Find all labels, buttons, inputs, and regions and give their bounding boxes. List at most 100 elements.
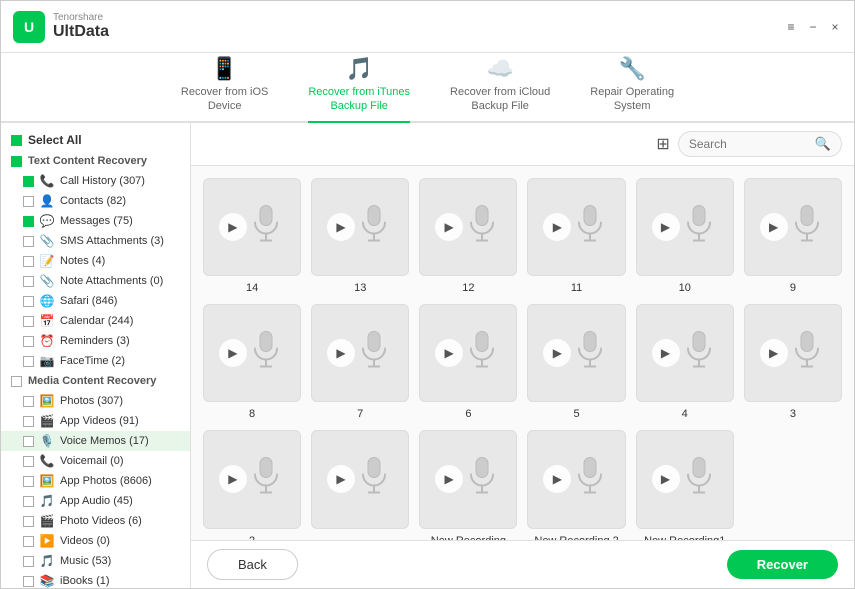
- recording-thumb[interactable]: ▶: [419, 430, 517, 528]
- search-input[interactable]: [689, 137, 809, 151]
- recording-thumb[interactable]: ▶: [203, 430, 301, 528]
- view-options-icon[interactable]: ⊞: [656, 134, 669, 154]
- sidebar-item-photo-videos[interactable]: 🎬 Photo Videos (6): [1, 511, 190, 531]
- app-photos-checkbox[interactable]: [23, 476, 34, 487]
- grid-item-3[interactable]: ▶ 12: [419, 178, 517, 294]
- grid-item-7[interactable]: ▶ 8: [203, 304, 301, 420]
- messages-checkbox[interactable]: [23, 216, 34, 227]
- app-videos-checkbox[interactable]: [23, 416, 34, 427]
- play-button[interactable]: ▶: [652, 465, 680, 493]
- select-all-checkbox[interactable]: [11, 135, 22, 146]
- ibooks-checkbox[interactable]: [23, 576, 34, 587]
- sidebar-item-app-photos[interactable]: 🖼️ App Photos (8606): [1, 471, 190, 491]
- play-button[interactable]: ▶: [435, 465, 463, 493]
- grid-item-5[interactable]: ▶ 10: [636, 178, 734, 294]
- recording-thumb[interactable]: ▶: [527, 430, 625, 528]
- safari-checkbox[interactable]: [23, 296, 34, 307]
- contacts-checkbox[interactable]: [23, 196, 34, 207]
- recording-thumb[interactable]: ▶: [636, 304, 734, 402]
- sidebar-item-facetime[interactable]: 📷 FaceTime (2): [1, 351, 190, 371]
- notes-checkbox[interactable]: [23, 256, 34, 267]
- grid-item-9[interactable]: ▶ 6: [419, 304, 517, 420]
- close-button[interactable]: ×: [828, 20, 842, 34]
- recording-thumb[interactable]: ▶: [527, 304, 625, 402]
- recording-thumb[interactable]: ▶: [636, 430, 734, 528]
- sidebar-item-voicemail[interactable]: 📞 Voicemail (0): [1, 451, 190, 471]
- nav-icloud[interactable]: ☁️ Recover from iCloudBackup File: [450, 56, 550, 123]
- photo-videos-checkbox[interactable]: [23, 516, 34, 527]
- sidebar-item-photos[interactable]: 🖼️ Photos (307): [1, 391, 190, 411]
- recording-thumb[interactable]: ▶: [311, 304, 409, 402]
- recording-thumb[interactable]: ▶: [744, 178, 842, 276]
- grid-item-12[interactable]: ▶ 3: [744, 304, 842, 420]
- sidebar-item-app-videos[interactable]: 🎬 App Videos (91): [1, 411, 190, 431]
- sidebar-item-music[interactable]: 🎵 Music (53): [1, 551, 190, 571]
- menu-button[interactable]: ≡: [784, 20, 798, 34]
- facetime-checkbox[interactable]: [23, 356, 34, 367]
- play-button[interactable]: ▶: [327, 213, 355, 241]
- back-button[interactable]: Back: [207, 549, 298, 580]
- play-button[interactable]: ▶: [435, 339, 463, 367]
- play-button[interactable]: ▶: [219, 213, 247, 241]
- section-media-content[interactable]: Media Content Recovery: [1, 371, 190, 391]
- play-button[interactable]: ▶: [760, 339, 788, 367]
- sidebar-item-note-attachments[interactable]: 📎 Note Attachments (0): [1, 271, 190, 291]
- sidebar-item-videos[interactable]: ▶️ Videos (0): [1, 531, 190, 551]
- recording-thumb[interactable]: ▶: [744, 304, 842, 402]
- play-button[interactable]: ▶: [219, 465, 247, 493]
- sms-attachments-checkbox[interactable]: [23, 236, 34, 247]
- recording-thumb[interactable]: ▶: [311, 178, 409, 276]
- nav-repair[interactable]: 🔧 Repair OperatingSystem: [590, 56, 674, 123]
- grid-item-4[interactable]: ▶ 11: [527, 178, 625, 294]
- call-history-checkbox[interactable]: [23, 176, 34, 187]
- sidebar-item-call-history[interactable]: 📞 Call History (307): [1, 171, 190, 191]
- recording-thumb[interactable]: ▶: [419, 304, 517, 402]
- grid-item-17[interactable]: ▶ New Recording1: [636, 430, 734, 540]
- sidebar-item-ibooks[interactable]: 📚 iBooks (1): [1, 571, 190, 588]
- grid-item-15[interactable]: ▶ New Recording: [419, 430, 517, 540]
- sidebar-item-app-audio[interactable]: 🎵 App Audio (45): [1, 491, 190, 511]
- recording-thumb[interactable]: ▶: [636, 178, 734, 276]
- photos-checkbox[interactable]: [23, 396, 34, 407]
- voice-memos-checkbox[interactable]: [23, 436, 34, 447]
- sidebar-item-contacts[interactable]: 👤 Contacts (82): [1, 191, 190, 211]
- grid-item-11[interactable]: ▶ 4: [636, 304, 734, 420]
- sidebar-item-safari[interactable]: 🌐 Safari (846): [1, 291, 190, 311]
- app-audio-checkbox[interactable]: [23, 496, 34, 507]
- text-section-checkbox[interactable]: [11, 156, 22, 167]
- calendar-checkbox[interactable]: [23, 316, 34, 327]
- grid-item-13[interactable]: ▶ 2: [203, 430, 301, 540]
- grid-item-8[interactable]: ▶ 7: [311, 304, 409, 420]
- sidebar-item-calendar[interactable]: 📅 Calendar (244): [1, 311, 190, 331]
- recording-thumb[interactable]: ▶: [203, 304, 301, 402]
- play-button[interactable]: ▶: [327, 339, 355, 367]
- minimize-button[interactable]: −: [806, 20, 820, 34]
- media-section-checkbox[interactable]: [11, 376, 22, 387]
- grid-item-6[interactable]: ▶ 9: [744, 178, 842, 294]
- nav-ios[interactable]: 📱 Recover from iOSDevice: [181, 56, 268, 123]
- play-button[interactable]: ▶: [543, 465, 571, 493]
- grid-item-2[interactable]: ▶ 13: [311, 178, 409, 294]
- recording-thumb[interactable]: ▶: [419, 178, 517, 276]
- note-attachments-checkbox[interactable]: [23, 276, 34, 287]
- sidebar-item-messages[interactable]: 💬 Messages (75): [1, 211, 190, 231]
- play-button[interactable]: ▶: [435, 213, 463, 241]
- section-text-content[interactable]: Text Content Recovery: [1, 151, 190, 171]
- videos-checkbox[interactable]: [23, 536, 34, 547]
- play-button[interactable]: ▶: [543, 339, 571, 367]
- grid-item-14[interactable]: ▶: [311, 430, 409, 540]
- play-button[interactable]: ▶: [652, 339, 680, 367]
- play-button[interactable]: ▶: [327, 465, 355, 493]
- recording-thumb[interactable]: ▶: [311, 430, 409, 528]
- sidebar-item-sms-attachments[interactable]: 📎 SMS Attachments (3): [1, 231, 190, 251]
- voicemail-checkbox[interactable]: [23, 456, 34, 467]
- reminders-checkbox[interactable]: [23, 336, 34, 347]
- sidebar-item-notes[interactable]: 📝 Notes (4): [1, 251, 190, 271]
- sidebar-item-voice-memos[interactable]: 🎙️ Voice Memos (17): [1, 431, 190, 451]
- music-checkbox[interactable]: [23, 556, 34, 567]
- recording-thumb[interactable]: ▶: [203, 178, 301, 276]
- play-button[interactable]: ▶: [652, 213, 680, 241]
- recover-button[interactable]: Recover: [727, 550, 838, 579]
- nav-itunes[interactable]: 🎵 Recover from iTunesBackup File: [308, 56, 410, 123]
- sidebar-item-reminders[interactable]: ⏰ Reminders (3): [1, 331, 190, 351]
